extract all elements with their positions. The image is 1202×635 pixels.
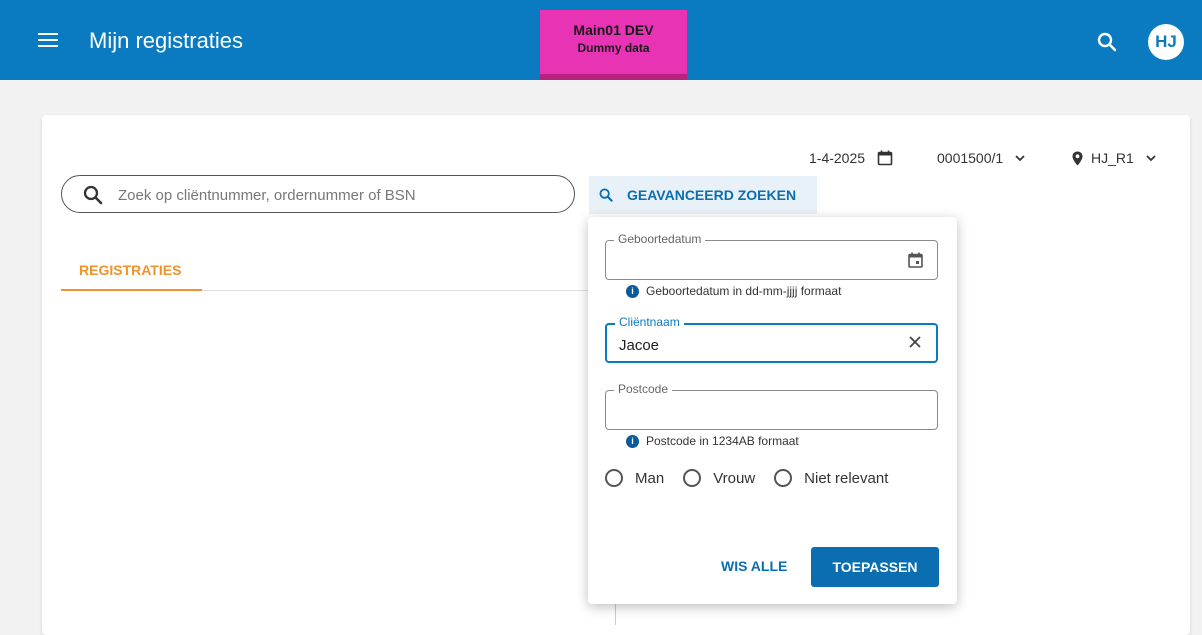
menu-icon[interactable] — [38, 33, 58, 47]
chevron-down-icon — [1015, 154, 1025, 162]
search-field[interactable] — [61, 175, 575, 213]
radio-circle[interactable] — [605, 469, 623, 487]
location-selector[interactable]: HJ_R1 — [1072, 148, 1156, 168]
calendar-icon — [877, 150, 893, 166]
postcode-hint: i Postcode in 1234AB formaat — [626, 434, 799, 448]
client-name-label: Cliëntnaam — [615, 315, 684, 329]
client-name-field[interactable]: Cliëntnaam — [605, 315, 938, 363]
radio-niet-relevant[interactable]: Niet relevant — [774, 469, 888, 487]
birthdate-hint: i Geboortedatum in dd-mm-jjjj formaat — [626, 284, 841, 298]
environment-badge: Main01 DEV Dummy data — [540, 10, 687, 80]
calendar-icon[interactable] — [908, 252, 923, 273]
environment-subtitle: Dummy data — [577, 41, 650, 55]
birthdate-input[interactable] — [617, 251, 891, 273]
advanced-search-label: GEAVANCEERD ZOEKEN — [627, 187, 797, 203]
search-icon — [599, 188, 613, 202]
close-icon[interactable] — [908, 335, 922, 354]
postcode-field[interactable]: Postcode — [605, 382, 938, 430]
gender-radio-group: Man Vrouw Niet relevant — [605, 469, 907, 487]
search-icon — [83, 185, 103, 205]
tabs-divider — [202, 290, 590, 291]
radio-man[interactable]: Man — [605, 469, 664, 487]
chevron-down-icon — [1146, 154, 1156, 162]
tab-registraties[interactable]: REGISTRATIES — [61, 248, 202, 291]
radio-label: Vrouw — [713, 469, 756, 487]
radio-vrouw[interactable]: Vrouw — [683, 469, 755, 487]
agreement-value: 0001500/1 — [937, 150, 1004, 166]
postcode-label: Postcode — [614, 382, 673, 396]
location-pin-icon — [1072, 151, 1083, 166]
advanced-search-button[interactable]: GEAVANCEERD ZOEKEN — [589, 176, 817, 214]
advanced-search-panel: Geboortedatum i Geboortedatum in dd-mm-j… — [588, 217, 957, 604]
search-icon[interactable] — [1097, 32, 1117, 52]
birthdate-label: Geboortedatum — [614, 232, 706, 246]
radio-label: Man — [635, 469, 665, 487]
avatar[interactable]: HJ — [1148, 24, 1184, 60]
info-icon: i — [626, 434, 639, 448]
clear-all-button[interactable]: WIS ALLE — [721, 558, 787, 574]
page-title: Mijn registraties — [89, 28, 244, 53]
location-value: HJ_R1 — [1091, 150, 1134, 166]
radio-label: Niet relevant — [804, 469, 889, 487]
postcode-hint-text: Postcode in 1234AB formaat — [646, 434, 799, 448]
environment-name: Main01 DEV — [573, 22, 654, 38]
date-selector[interactable]: 1-4-2025 — [809, 148, 893, 168]
search-input[interactable] — [116, 184, 560, 206]
postcode-input[interactable] — [617, 401, 891, 423]
radio-circle[interactable] — [683, 469, 702, 487]
client-name-input[interactable] — [617, 334, 891, 356]
apply-button[interactable]: TOEPASSEN — [811, 547, 939, 587]
app-bar: Mijn registraties Main01 DEV Dummy data … — [0, 0, 1202, 80]
agreement-selector[interactable]: 0001500/1 — [937, 148, 1025, 168]
info-icon: i — [626, 284, 639, 298]
birthdate-hint-text: Geboortedatum in dd-mm-jjjj formaat — [646, 284, 842, 298]
date-value: 1-4-2025 — [809, 150, 866, 166]
radio-circle[interactable] — [774, 469, 793, 487]
birthdate-field[interactable]: Geboortedatum — [605, 232, 938, 280]
